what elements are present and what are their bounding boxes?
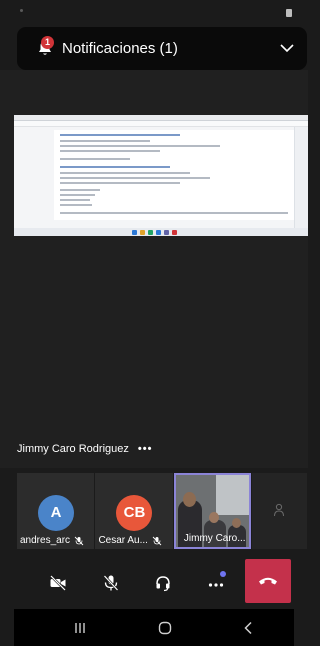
chevron-down-icon[interactable] xyxy=(279,41,295,55)
speaker-more-button[interactable]: ••• xyxy=(138,443,153,455)
video-person-head xyxy=(208,512,219,523)
person-icon xyxy=(274,503,285,517)
hang-up-icon xyxy=(259,577,277,585)
participant-video-tile[interactable]: Jimmy Caro... xyxy=(173,473,252,549)
overflow-tile[interactable] xyxy=(252,473,307,549)
participant-name: Cesar Au... xyxy=(98,535,148,546)
shared-document xyxy=(54,130,294,220)
mic-off-icon xyxy=(103,575,119,591)
more-notification-dot xyxy=(220,571,226,577)
camera-toggle-button[interactable] xyxy=(44,569,72,597)
status-bar xyxy=(0,0,308,22)
front-camera-dot xyxy=(20,9,23,12)
home-icon[interactable] xyxy=(156,619,174,637)
speaker-name: Jimmy Caro Rodriguez xyxy=(17,443,129,455)
participant-label: Jimmy Caro... xyxy=(184,533,246,544)
notifications-banner[interactable]: 1 Notificaciones (1) xyxy=(17,27,307,70)
notifications-title: Notificaciones (1) xyxy=(62,40,178,57)
speaker-row: Jimmy Caro Rodriguez ••• xyxy=(17,443,152,455)
mic-toggle-button[interactable] xyxy=(97,569,125,597)
audio-button[interactable] xyxy=(149,569,177,597)
avatar: CB xyxy=(116,495,153,531)
participant-tile[interactable]: A andres_arc xyxy=(17,473,95,549)
participant-tile[interactable]: CB Cesar Au... xyxy=(95,473,173,549)
more-button[interactable] xyxy=(202,569,230,597)
video-person-head xyxy=(231,518,241,528)
shared-screen[interactable] xyxy=(14,115,308,236)
video-off-icon xyxy=(50,575,66,591)
shared-taskbar xyxy=(14,228,308,236)
participant-label: andres_arc xyxy=(20,535,84,546)
participant-label: Cesar Au... xyxy=(98,535,162,546)
mic-off-icon xyxy=(74,536,84,545)
notification-count-badge: 1 xyxy=(41,36,54,49)
recent-apps-icon[interactable] xyxy=(71,619,89,637)
back-icon[interactable] xyxy=(240,619,258,637)
headset-icon xyxy=(156,576,170,592)
mic-off-icon xyxy=(152,536,162,545)
shared-window-sidebar xyxy=(294,127,308,236)
shared-window-toolbar xyxy=(14,121,308,127)
participant-name: andres_arc xyxy=(20,535,71,546)
participant-name: Jimmy Caro... xyxy=(183,533,246,544)
participant-strip: A andres_arc CB Cesar Au... Jimmy Caro..… xyxy=(17,473,308,549)
battery-icon xyxy=(286,9,292,17)
call-controls xyxy=(17,557,308,609)
video-wall xyxy=(215,475,250,515)
video-person-head xyxy=(182,492,196,507)
avatar: A xyxy=(38,495,74,531)
hang-up-button[interactable] xyxy=(245,559,291,603)
system-nav-bar xyxy=(14,609,294,646)
